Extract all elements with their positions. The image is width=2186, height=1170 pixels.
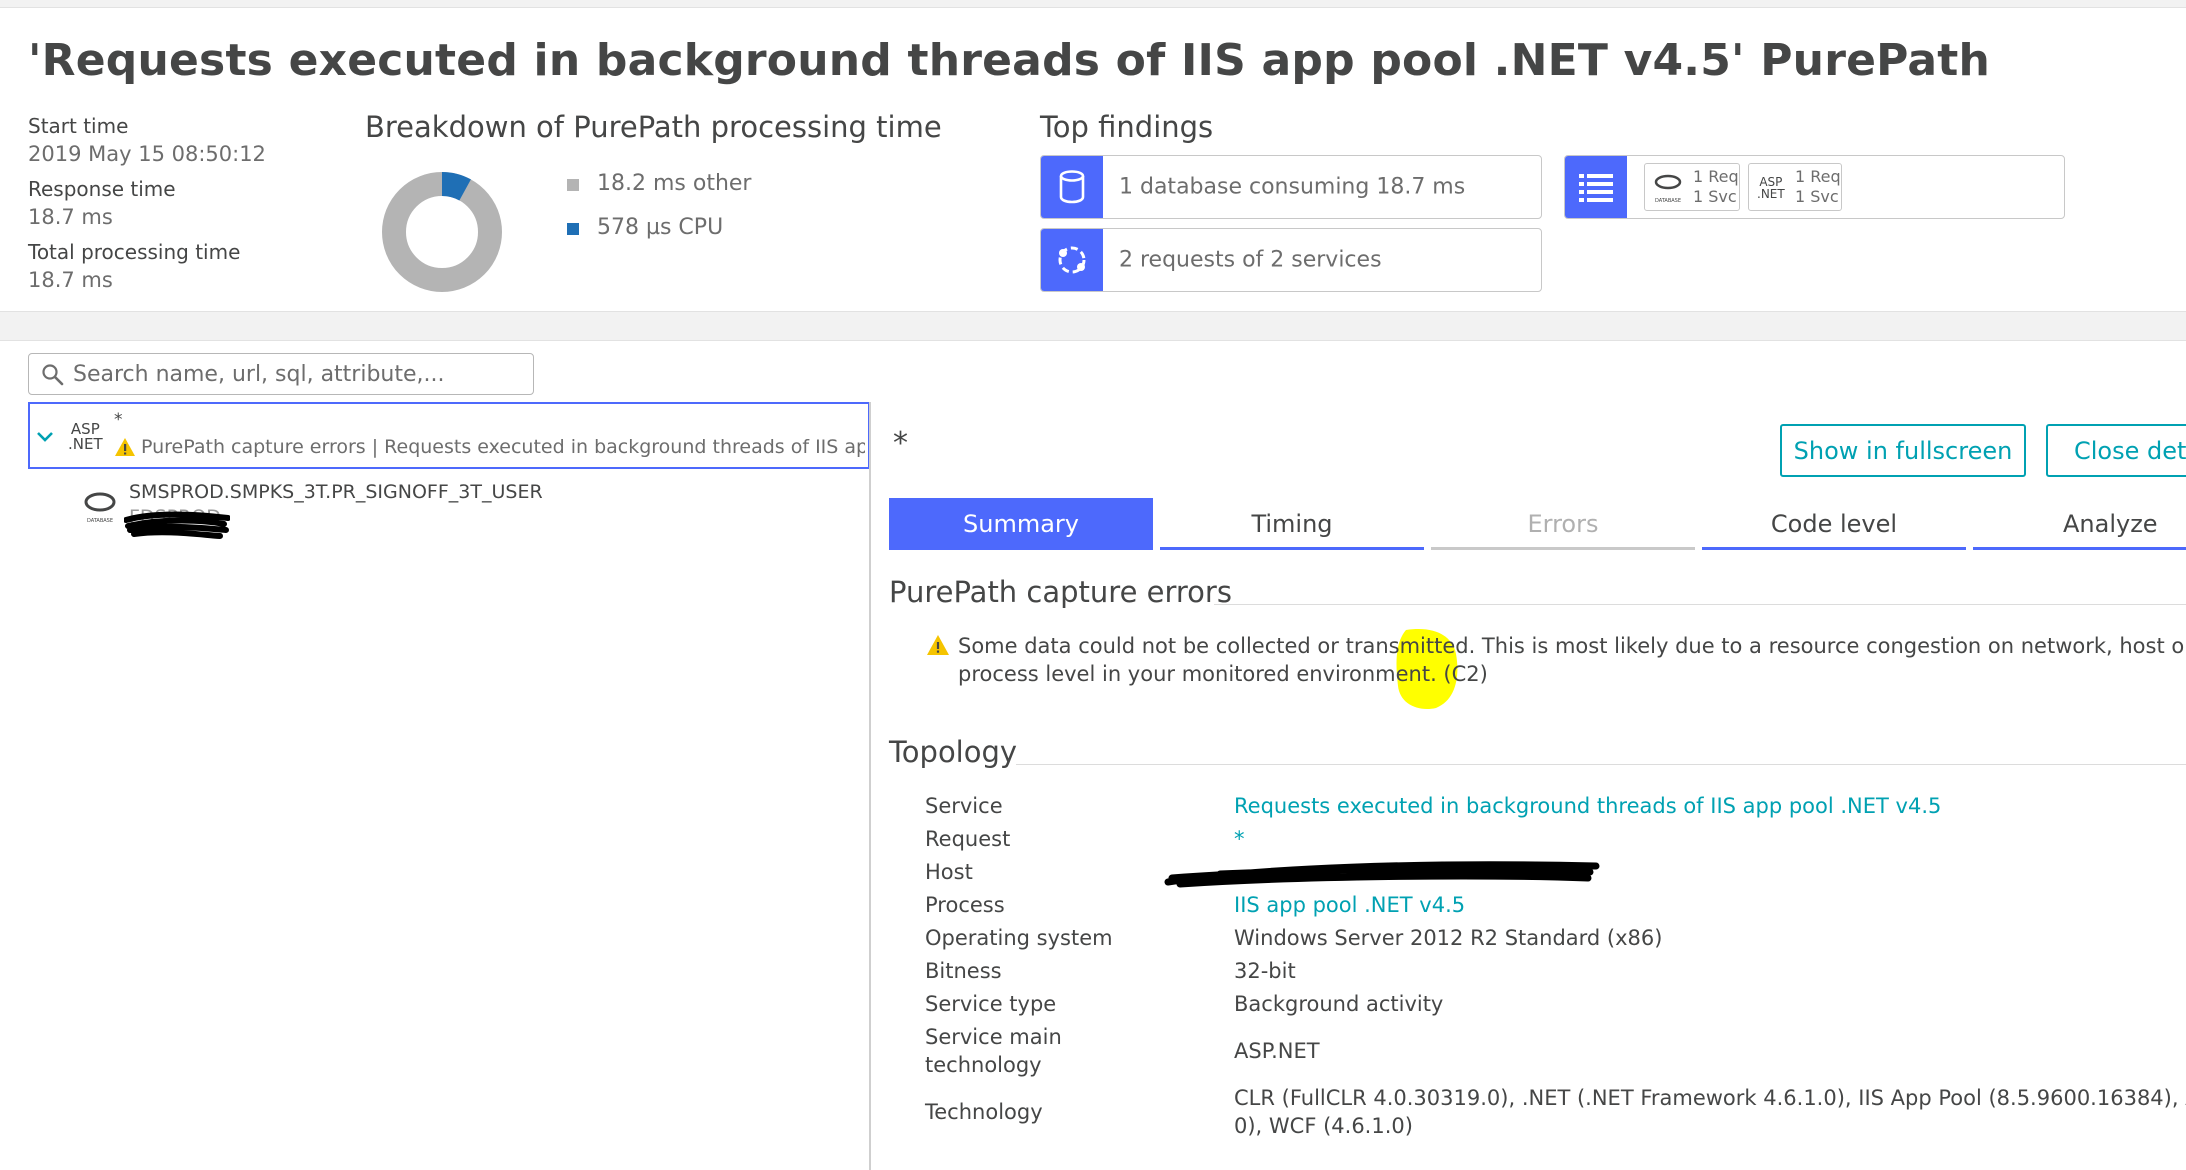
oracle-database-icon-text: DATABASE [86,518,114,524]
topology-value-os: Windows Server 2012 R2 Standard (x86) [1234,926,1663,950]
topology-label-technology: Technology [925,1100,1043,1124]
topology-label-service: Service [925,794,1003,818]
split-divider[interactable] [869,402,871,1170]
aspnet-icon-line2: .NET [68,435,103,453]
badge-aspnet-counts: 1 Req 1 Svc [1795,167,1841,207]
list-icon [1565,156,1627,218]
breakdown-heading: Breakdown of PurePath processing time [365,110,942,144]
total-processing-time-label: Total processing time [28,240,241,264]
topology-value-service-type: Background activity [1234,992,1444,1016]
services-icon [1041,229,1103,291]
tab-timing[interactable]: Timing [1160,498,1424,550]
oracle-database-icon: DATABASE [82,490,118,524]
topology-label-host: Host [925,860,973,884]
aspnet-badge-icon-line2: .NET [1757,187,1785,201]
badge-aspnet-svc: 1 Svc [1795,187,1839,206]
topology-label-bitness: Bitness [925,959,1002,983]
topology-value-main-tech: ASP.NET [1234,1039,1320,1063]
chevron-down-icon[interactable] [36,430,54,444]
tab-analyze[interactable]: Analyze [1973,498,2186,550]
topology-label-os: Operating system [925,926,1113,950]
total-processing-time-value: 18.7 ms [28,268,113,292]
topology-rule [1016,764,2186,765]
search-icon [42,364,64,386]
tab-errors[interactable]: Errors [1431,498,1695,550]
donut-segment-other [382,172,502,292]
legend-cpu: 578 µs CPU [597,215,724,240]
finding-services-overview[interactable]: DATABASE 1 Req 1 Svc ASP .NET 1 Req 1 Sv… [1564,155,2065,219]
tree-root-warning: PurePath capture errors | Requests execu… [141,436,865,458]
response-time-label: Response time [28,177,176,201]
topology-label-main-tech-line2: technology [925,1053,1042,1077]
topology-value-technology-line1: CLR (FullCLR 4.0.30319.0), .NET (.NET Fr… [1234,1086,2186,1110]
finding-requests[interactable]: 2 requests of 2 services [1040,228,1542,292]
badge-database-counts: 1 Req 1 Svc [1693,167,1739,207]
redaction-scribble [124,511,230,539]
tree-root-name: * [114,410,123,430]
tab-timing-underline [1160,547,1424,550]
database-icon [1041,156,1103,218]
tab-summary[interactable]: Summary [889,498,1153,550]
start-time-label: Start time [28,114,129,138]
finding-requests-text: 2 requests of 2 services [1119,247,1382,273]
badge-database-svc: 1 Svc [1693,187,1737,206]
aspnet-badge-icon: ASP .NET [1757,176,1785,200]
page-title: 'Requests executed in background threads… [28,35,1991,86]
capture-error-line-1: Some data could not be collected or tran… [958,634,2186,658]
tab-code-level[interactable]: Code level [1702,498,1966,550]
database-badge-icon-text: DATABASE [1654,198,1682,204]
capture-error-line-2: process level in your monitored environm… [958,662,1488,686]
badge-database-service[interactable]: DATABASE 1 Req 1 Svc [1644,163,1740,211]
response-time-value: 18.7 ms [28,205,113,229]
search-input[interactable] [73,360,523,388]
tab-errors-underline [1431,547,1695,550]
topology-label-request: Request [925,827,1011,851]
topology-link-request[interactable]: * [1234,827,1245,851]
breakdown-donut-chart[interactable] [382,172,502,292]
badge-database-req: 1 Req [1693,167,1739,186]
topology-link-process[interactable]: IIS app pool .NET v4.5 [1234,893,1465,917]
topology-value-bitness: 32-bit [1234,959,1296,983]
tab-code-level-underline [1702,547,1966,550]
topology-heading: Topology [889,735,1018,769]
topology-label-main-tech-line1: Service main [925,1025,1062,1049]
capture-errors-heading: PurePath capture errors [889,575,1232,609]
capture-errors-rule [1214,604,2186,605]
finding-database[interactable]: 1 database consuming 18.7 ms [1040,155,1542,219]
aspnet-icon: ASP .NET [68,422,103,452]
warning-icon [115,438,135,456]
close-details-button[interactable]: Close details [2046,424,2186,477]
tab-analyze-underline [1973,547,2186,550]
topology-label-process: Process [925,893,1005,917]
start-time-value: 2019 May 15 08:50:12 [28,142,266,166]
legend-other: 18.2 ms other [597,171,752,196]
search-box[interactable] [28,353,534,395]
legend-swatch-cpu [567,223,579,235]
top-findings-heading: Top findings [1040,110,1214,144]
topology-label-service-type: Service type [925,992,1057,1016]
badge-aspnet-service[interactable]: ASP .NET 1 Req 1 Svc [1748,163,1842,211]
badge-aspnet-req: 1 Req [1795,167,1841,186]
detail-title: * [893,426,908,461]
legend-swatch-other [567,179,579,191]
redaction-scribble [1164,861,1600,888]
show-in-fullscreen-button[interactable]: Show in fullscreen [1780,424,2026,477]
tree-child-name[interactable]: SMSPROD.SMPKS_3T.PR_SIGNOFF_3T_USER [129,481,543,503]
warning-icon [927,635,949,655]
finding-database-text: 1 database consuming 18.7 ms [1119,174,1466,200]
topology-value-technology-line2: 0), WCF (4.6.1.0) [1234,1114,1413,1138]
database-badge-icon: DATABASE [1653,174,1683,204]
topology-link-service[interactable]: Requests executed in background threads … [1234,794,1941,818]
